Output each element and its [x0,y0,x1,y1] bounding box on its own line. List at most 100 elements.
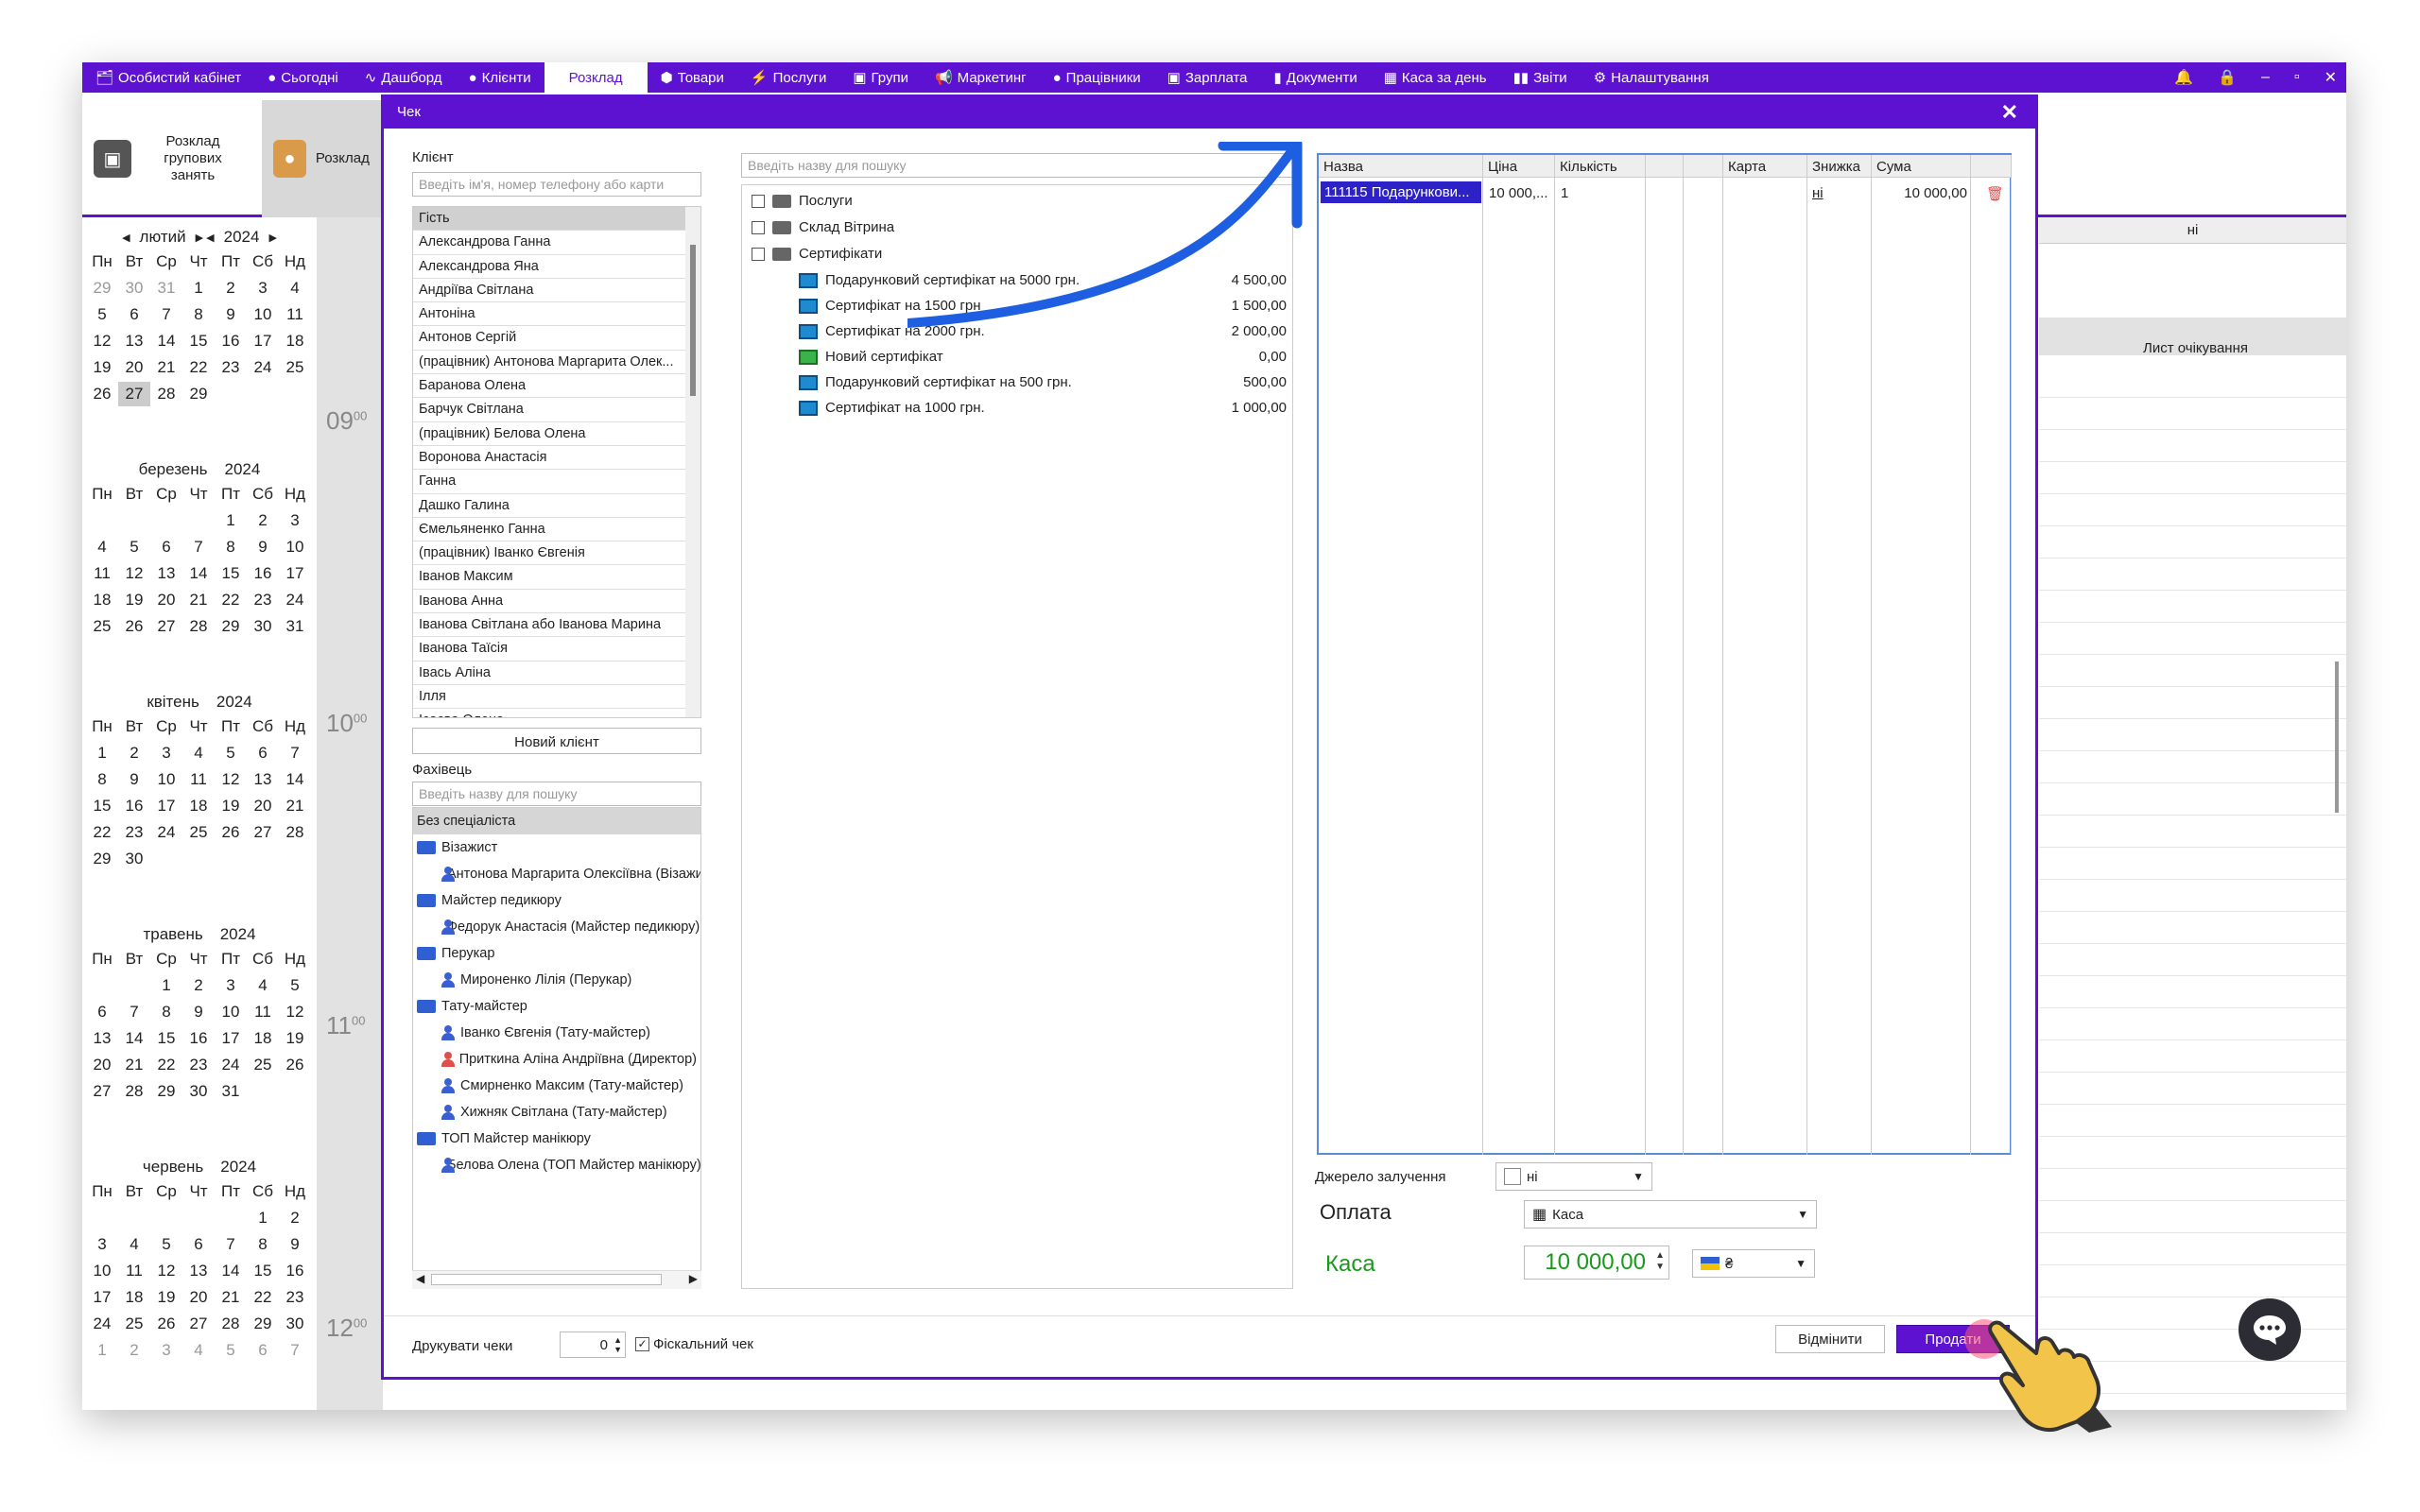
expand-toggle-icon[interactable] [752,194,765,208]
print-count-stepper[interactable]: 0 ▲ ▼ [560,1332,626,1358]
calendar-day[interactable]: 4 [182,741,215,765]
calendar-day[interactable]: 29 [182,382,215,406]
calendar-day[interactable]: 11 [86,561,118,586]
calendar-day[interactable]: 26 [150,1312,182,1336]
tree-certificate-item[interactable]: Новий сертифікат [799,349,943,365]
calendar-day[interactable]: 19 [86,355,118,380]
client-list-item[interactable]: Барчук Світлана [413,398,700,422]
calendar-day[interactable]: 7 [215,1232,247,1257]
check-cell-discount[interactable]: ні [1812,185,1850,201]
check-column-header[interactable]: Назва [1319,155,1483,178]
calendar-day[interactable]: 6 [182,1232,215,1257]
calendar-day[interactable]: 22 [150,1053,182,1077]
calendar-day[interactable]: 1 [247,1206,279,1230]
calendar-day[interactable]: 16 [215,329,247,353]
nav-item-10[interactable]: ▣ Зарплата [1154,62,1261,93]
minimize-icon[interactable]: – [2261,69,2270,86]
calendar-day[interactable]: 31 [150,276,182,301]
calendar-day[interactable]: 3 [150,741,182,765]
schedule-row[interactable] [2039,1232,2346,1233]
calendar-day[interactable]: 8 [247,1232,279,1257]
check-column-header[interactable]: Карта [1723,155,1807,178]
calendar-day[interactable]: 25 [247,1053,279,1077]
specialist-group[interactable]: Перукар [413,940,700,967]
calendar-day[interactable]: 9 [247,535,279,559]
client-list-item[interactable]: (працівник) Белова Олена [413,422,700,446]
schedule-row[interactable] [2039,718,2346,719]
check-cell-name[interactable]: 111115 Подарункови... [1321,181,1481,203]
specialist-group[interactable]: Майстер педикюру [413,887,700,914]
fiscal-check-checkbox[interactable]: ✓ Фіскальний чек [635,1336,753,1352]
client-list-item[interactable]: Дашко Галина [413,494,700,518]
schedule-row[interactable] [2039,815,2346,816]
calendar-day[interactable]: 17 [247,329,279,353]
client-list-item[interactable]: Антоніна [413,302,700,327]
client-list-item[interactable]: Александрова Ганна [413,231,700,255]
calendar-day[interactable]: 5 [215,741,247,765]
calendar-day[interactable]: 21 [279,794,311,818]
specialist-list-item[interactable]: Іванко Євгенія (Тату-майстер) [413,1020,700,1046]
calendar-day[interactable]: 24 [150,820,182,845]
calendar-day[interactable]: 12 [86,329,118,353]
calendar-day[interactable]: 1 [182,276,215,301]
calendar-day[interactable]: 8 [86,767,118,792]
calendar-day[interactable]: 18 [247,1026,279,1051]
calendar-day[interactable]: 15 [86,794,118,818]
calendar-day[interactable]: 10 [279,535,311,559]
nav-item-3[interactable]: ● Клієнти [456,62,544,93]
calendar-day[interactable]: 8 [215,535,247,559]
calendar-day[interactable]: 21 [118,1053,150,1077]
check-column-header[interactable]: Сума [1872,155,1971,178]
check-column-header[interactable]: Кількість [1555,155,1646,178]
specialist-group[interactable]: Тату-майстер [413,993,700,1020]
schedule-row[interactable] [2039,1007,2346,1008]
cash-amount-input[interactable]: 10 000,00 ▲ ▼ [1524,1246,1669,1280]
client-search-input[interactable]: Введіть ім'я, номер телефону або карти [412,172,701,197]
specialist-horizontal-scrollbar[interactable]: ◀ ▶ [412,1270,701,1289]
calendar-day[interactable]: 10 [215,1000,247,1024]
calendar-day[interactable]: 30 [182,1079,215,1104]
calendar-day[interactable]: 20 [182,1285,215,1310]
new-client-button[interactable]: Новий клієнт [412,728,701,754]
calendar-day[interactable]: 26 [279,1053,311,1077]
calendar-day[interactable]: 19 [215,794,247,818]
calendar-day[interactable]: 20 [150,588,182,612]
calendar-day[interactable]: 4 [182,1338,215,1363]
calendar-day[interactable]: 2 [118,741,150,765]
calendar-day[interactable]: 27 [86,1079,118,1104]
client-list-item[interactable]: Ілля [413,685,700,710]
tree-certificate-item[interactable]: Сертифікат на 1000 грн. [799,400,985,416]
calendar-day[interactable]: 9 [215,302,247,327]
calendar-day[interactable]: 15 [182,329,215,353]
calendar-day[interactable]: 16 [118,794,150,818]
calendar-day[interactable]: 14 [182,561,215,586]
calendar-day[interactable]: 2 [247,508,279,533]
schedule-row[interactable] [2039,461,2346,462]
check-column-header[interactable] [1971,155,2012,178]
calendar-day[interactable]: 7 [118,1000,150,1024]
calendar-day[interactable]: 13 [118,329,150,353]
specialist-group[interactable]: ТОП Майстер манікюру [413,1125,700,1152]
schedule-row[interactable] [2039,525,2346,526]
calendar-day[interactable]: 16 [279,1259,311,1283]
nav-item-8[interactable]: 📢 Маркетинг [922,62,1040,93]
right-scrollbar[interactable] [2335,662,2339,813]
calendar-day[interactable]: 2 [182,973,215,998]
specialist-list-item[interactable]: Мироненко Лілія (Перукар) [413,967,700,993]
nav-item-4[interactable]: Розклад [544,62,648,93]
calendar-day[interactable]: 23 [215,355,247,380]
nav-item-5[interactable]: ⬢ Товари [648,62,737,93]
specialist-list-item[interactable]: Белова Олена (ТОП Майстер манікюру) [413,1152,700,1178]
cancel-button[interactable]: Відмінити [1775,1325,1885,1353]
calendar-day[interactable]: 30 [118,847,150,871]
calendar-day[interactable]: 7 [150,302,182,327]
calendar-day[interactable]: 29 [215,614,247,639]
calendar-day[interactable]: 8 [150,1000,182,1024]
calendar-day[interactable]: 22 [86,820,118,845]
schedule-row[interactable] [2039,1104,2346,1105]
schedule-row[interactable] [2039,943,2346,944]
client-list-item[interactable]: Андріїва Світлана [413,279,700,303]
calendar-day[interactable]: 1 [86,1338,118,1363]
client-list-item[interactable]: Іванова Світлана або Іванова Марина [413,613,700,638]
calendar-day[interactable]: 7 [279,1338,311,1363]
